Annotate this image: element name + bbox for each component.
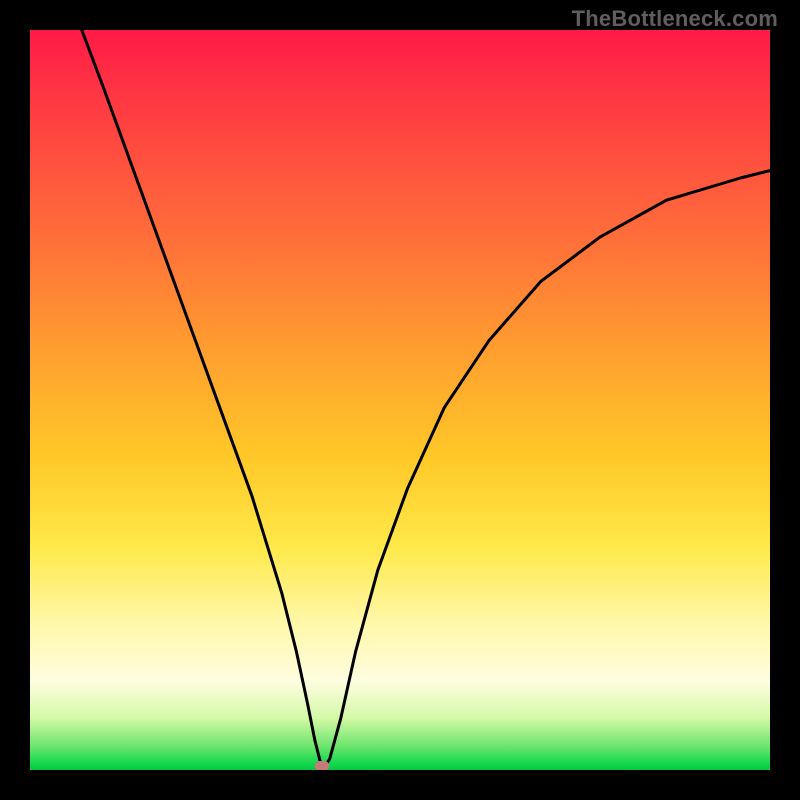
watermark-text: TheBottleneck.com: [572, 6, 778, 32]
optimum-marker: [315, 761, 329, 770]
plot-area: [30, 30, 770, 770]
chart-frame: TheBottleneck.com: [0, 0, 800, 800]
bottleneck-curve: [82, 30, 770, 767]
curve-svg: [30, 30, 770, 770]
